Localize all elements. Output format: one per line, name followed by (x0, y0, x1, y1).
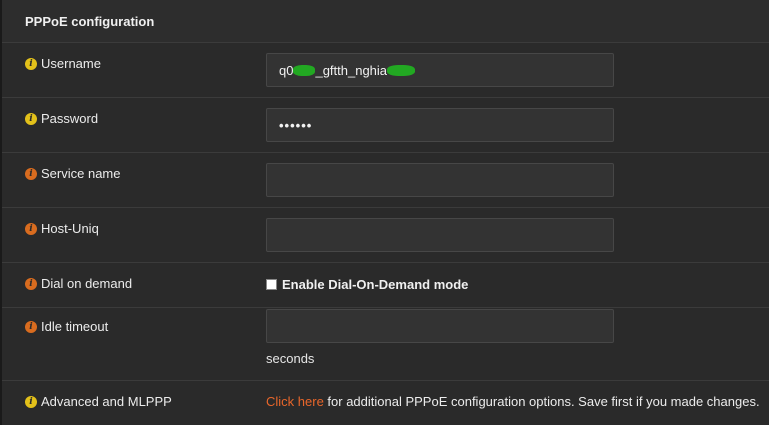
info-icon[interactable]: i (25, 222, 37, 235)
row-username: i Username q0 _gftth_nghia (2, 43, 769, 98)
host-uniq-input[interactable] (266, 218, 614, 252)
row-password: i Password •••••• (2, 98, 769, 153)
dial-on-demand-label: Dial on demand (41, 276, 133, 291)
advanced-description: Click here for additional PPPoE configur… (266, 394, 760, 409)
service-name-label: Service name (41, 166, 121, 181)
dial-on-demand-checkbox-label: Enable Dial-On-Demand mode (282, 277, 469, 292)
username-input[interactable]: q0 _gftth_nghia (266, 53, 614, 87)
service-name-input[interactable] (266, 163, 614, 197)
advanced-link[interactable]: Click here (266, 394, 324, 409)
password-label: Password (41, 111, 99, 126)
row-service-name: i Service name (2, 153, 769, 208)
row-advanced: i Advanced and MLPPP Click here for addi… (2, 381, 769, 425)
info-icon[interactable]: i (25, 320, 37, 333)
row-host-uniq: i Host-Uniq (2, 208, 769, 263)
dial-on-demand-option[interactable]: Enable Dial-On-Demand mode (266, 277, 468, 292)
info-icon[interactable]: i (25, 112, 37, 125)
pppoe-panel: PPPoE configuration i Username q0 _gftth_… (0, 0, 769, 425)
dial-on-demand-checkbox[interactable] (266, 279, 277, 290)
idle-timeout-label: Idle timeout (41, 319, 109, 334)
info-icon[interactable]: i (25, 167, 37, 180)
username-label: Username (41, 56, 101, 71)
host-uniq-label: Host-Uniq (41, 221, 99, 236)
idle-timeout-input[interactable] (266, 309, 614, 343)
redaction-mark (293, 64, 316, 76)
info-icon[interactable]: i (25, 395, 37, 408)
password-input[interactable]: •••••• (266, 108, 614, 142)
redaction-mark (387, 64, 416, 76)
advanced-label: Advanced and MLPPP (41, 394, 172, 409)
idle-timeout-unit: seconds (266, 351, 315, 366)
info-icon[interactable]: i (25, 277, 37, 290)
info-icon[interactable]: i (25, 57, 37, 70)
row-dial-on-demand: i Dial on demand Enable Dial-On-Demand m… (2, 263, 769, 308)
advanced-text: for additional PPPoE configuration optio… (323, 394, 760, 409)
panel-title: PPPoE configuration (2, 0, 769, 43)
row-idle-timeout: i Idle timeout seconds (2, 308, 769, 381)
